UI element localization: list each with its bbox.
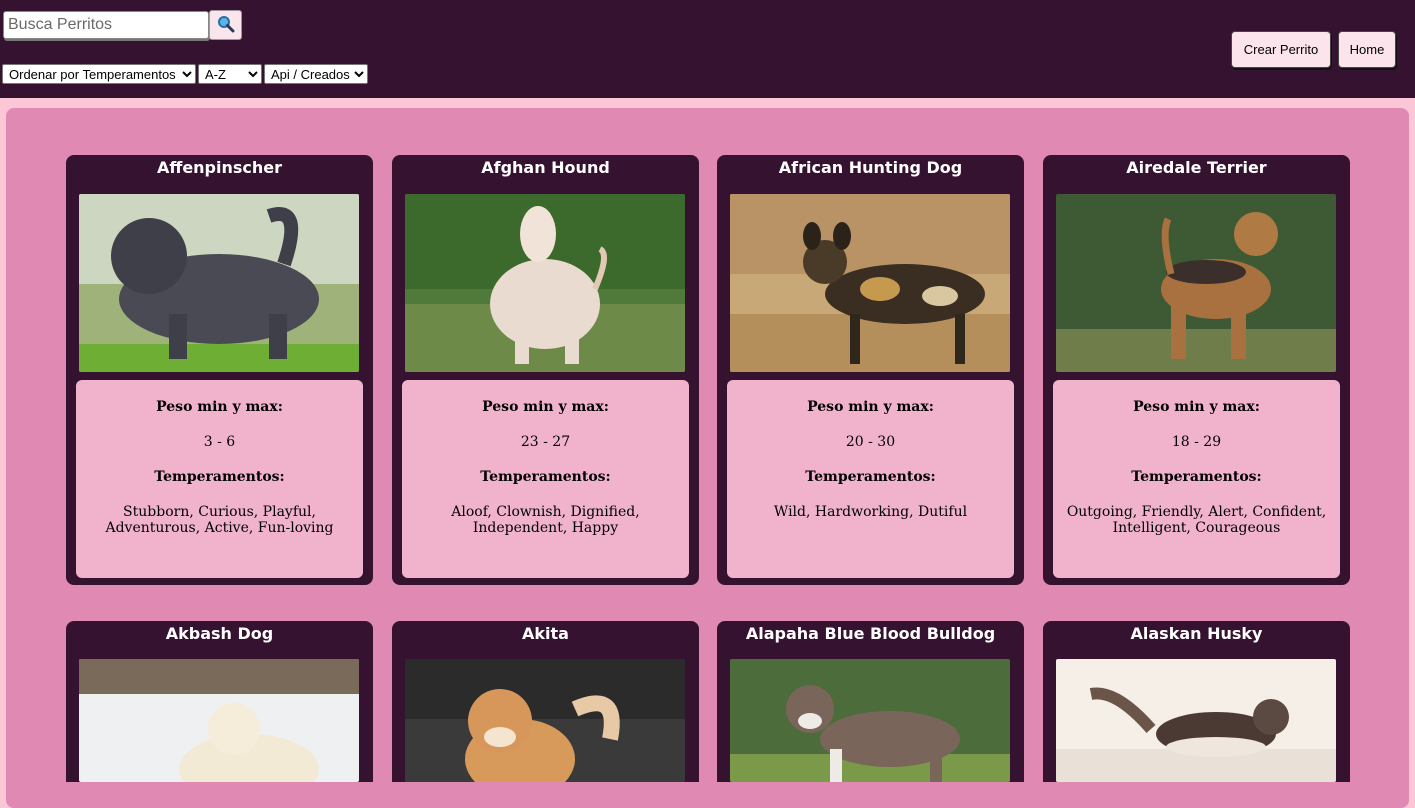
- weight-value: 20 - 30: [845, 434, 896, 450]
- dog-card[interactable]: Airedale Terrier Peso min y max: 18 - 29…: [1043, 155, 1350, 585]
- dog-image: [79, 659, 359, 782]
- weight-value: 18 - 29: [1171, 434, 1222, 450]
- weight-label: Peso min y max:: [156, 399, 283, 415]
- dog-name: Akbash Dog: [165, 624, 274, 643]
- alpha-sort-select[interactable]: A-Z: [198, 64, 262, 84]
- dog-card[interactable]: Akbash Dog: [66, 621, 373, 782]
- dog-name: Alapaha Blue Blood Bulldog: [745, 624, 996, 643]
- dog-info: Peso min y max: 23 - 27 Temperamentos: A…: [402, 380, 689, 578]
- temperaments-label: Temperamentos:: [805, 469, 936, 485]
- dog-name: African Hunting Dog: [778, 158, 963, 177]
- dog-image: [730, 194, 1010, 372]
- weight-value: 3 - 6: [203, 434, 236, 450]
- dog-image: [1056, 659, 1336, 782]
- home-button[interactable]: Home: [1338, 31, 1396, 68]
- dog-name: Akita: [522, 624, 569, 643]
- weight-label: Peso min y max:: [1133, 399, 1260, 415]
- dog-name: Affenpinscher: [156, 158, 283, 177]
- temperament-sort-select[interactable]: Ordenar por Temperamentos: [2, 64, 196, 84]
- temperaments-value: Wild, Hardworking, Dutiful: [773, 504, 968, 520]
- create-dog-button[interactable]: Crear Perrito: [1231, 31, 1331, 68]
- dog-name: Alaskan Husky: [1130, 624, 1263, 643]
- dog-image: [1056, 194, 1336, 372]
- temperaments-value: Aloof, Clownish, Dignified, Independent,…: [451, 504, 640, 536]
- dog-card[interactable]: African Hunting Dog Peso min y max: 20 -…: [717, 155, 1024, 585]
- dog-card[interactable]: Alapaha Blue Blood Bulldog: [717, 621, 1024, 782]
- search-button[interactable]: [209, 10, 242, 40]
- dog-info: Peso min y max: 20 - 30 Temperamentos: W…: [727, 380, 1014, 578]
- dog-card[interactable]: Alaskan Husky: [1043, 621, 1350, 782]
- temperaments-value: Stubborn, Curious, Playful, Adventurous,…: [105, 504, 334, 536]
- search-icon: [217, 15, 235, 36]
- dog-card[interactable]: Akita: [392, 621, 699, 782]
- dog-name: Airedale Terrier: [1126, 158, 1267, 177]
- temperaments-label: Temperamentos:: [154, 469, 285, 485]
- dog-image: [79, 194, 359, 372]
- weight-value: 23 - 27: [520, 434, 571, 450]
- weight-label: Peso min y max:: [807, 399, 934, 415]
- dog-image: [405, 659, 685, 782]
- source-filter-select[interactable]: Api / Creados: [264, 64, 368, 84]
- dog-info: Peso min y max: 18 - 29 Temperamentos: O…: [1053, 380, 1340, 578]
- search-input[interactable]: [3, 11, 209, 39]
- dog-card[interactable]: Afghan Hound Peso min y max: 23 - 27 Tem…: [392, 155, 699, 585]
- temperaments-label: Temperamentos:: [480, 469, 611, 485]
- temperaments-label: Temperamentos:: [1131, 469, 1262, 485]
- dog-card[interactable]: Affenpinscher Peso min y max: 3 - 6 Temp…: [66, 155, 373, 585]
- dog-info: Peso min y max: 3 - 6 Temperamentos: Stu…: [76, 380, 363, 578]
- weight-label: Peso min y max:: [482, 399, 609, 415]
- top-bar: Ordenar por Temperamentos A-Z Api / Crea…: [0, 0, 1415, 98]
- dog-name: Afghan Hound: [481, 158, 610, 177]
- dog-image: [730, 659, 1010, 782]
- dog-image: [405, 194, 685, 372]
- temperaments-value: Outgoing, Friendly, Alert, Confident, In…: [1066, 504, 1327, 536]
